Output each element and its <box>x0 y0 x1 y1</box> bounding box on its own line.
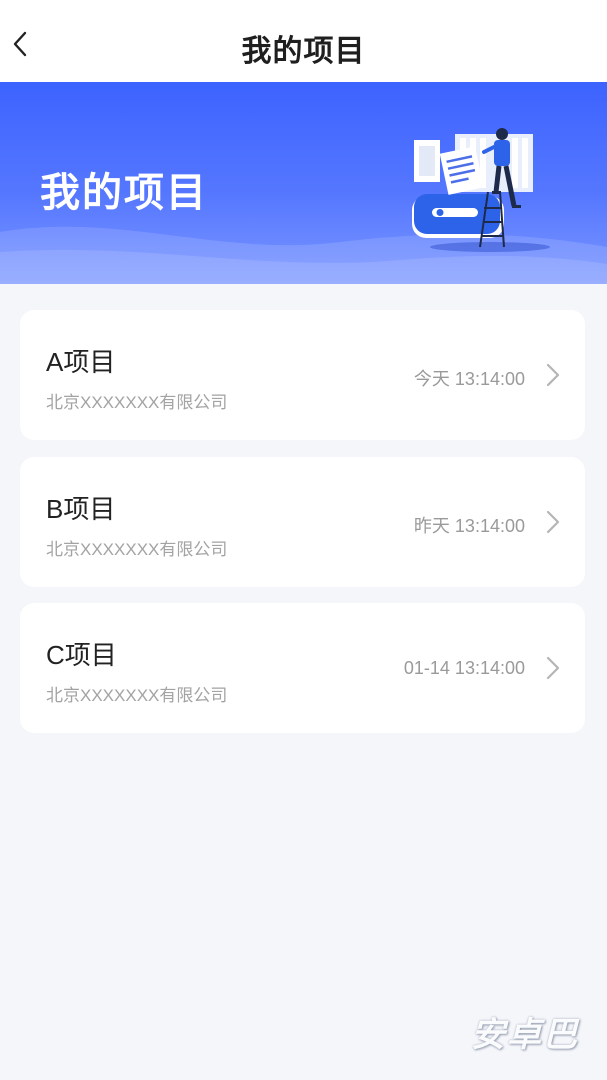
chevron-right-icon <box>546 510 560 534</box>
project-company: 北京XXXXXXX有限公司 <box>46 686 228 705</box>
chevron-right-icon <box>546 363 560 387</box>
project-company: 北京XXXXXXX有限公司 <box>46 540 228 559</box>
project-name: B项目 <box>46 494 116 524</box>
watermark-logo: 安卓巴 <box>471 1016 579 1054</box>
project-card[interactable]: A项目 北京XXXXXXX有限公司 今天 13:14:00 <box>20 310 585 440</box>
project-card[interactable]: B项目 北京XXXXXXX有限公司 昨天 13:14:00 <box>20 457 585 587</box>
page-title: 我的项目 <box>241 35 366 68</box>
project-time: 今天 13:14:00 <box>413 369 525 389</box>
project-time: 01-14 13:14:00 <box>403 658 525 678</box>
banner-title: 我的项目 <box>40 171 208 215</box>
project-name: C项目 <box>46 640 117 670</box>
project-time: 昨天 13:14:00 <box>413 516 525 536</box>
chevron-right-icon <box>546 656 560 680</box>
nav-bar: 我的项目 <box>0 0 607 84</box>
project-name: A项目 <box>46 347 116 377</box>
banner: 我的项目 <box>0 82 607 284</box>
project-card[interactable]: C项目 北京XXXXXXX有限公司 01-14 13:14:00 <box>20 603 585 733</box>
document-worker-illustration <box>412 128 550 252</box>
project-company: 北京XXXXXXX有限公司 <box>46 393 228 412</box>
